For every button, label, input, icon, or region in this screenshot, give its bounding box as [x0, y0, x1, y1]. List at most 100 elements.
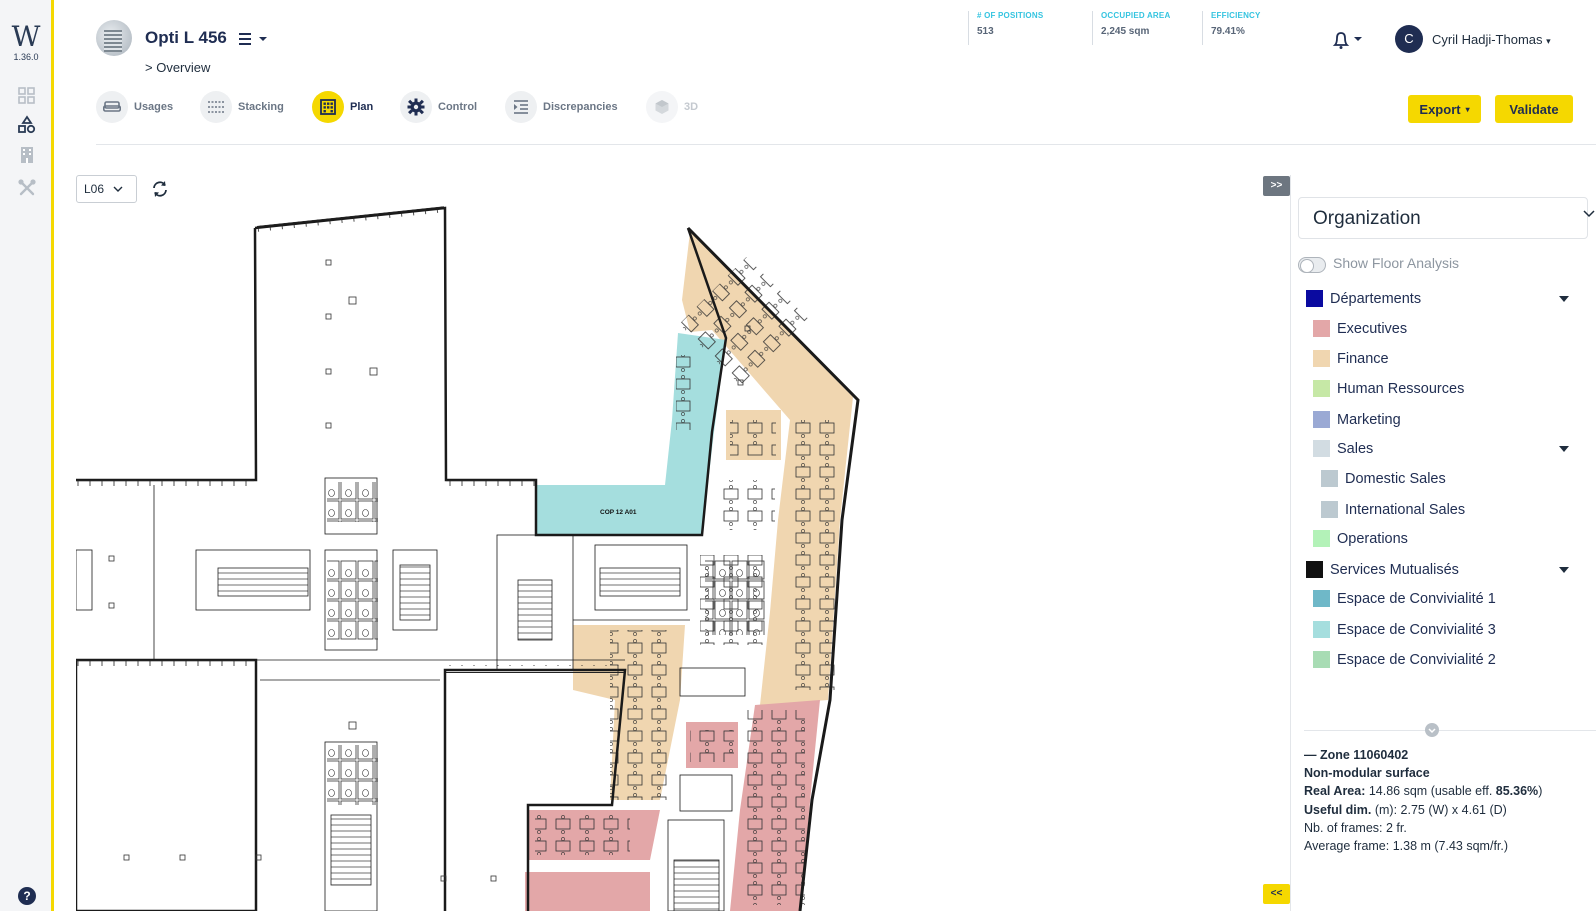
stacking-icon [208, 101, 224, 113]
kpi-label: OCCUPIED AREA [1101, 11, 1171, 20]
legend-marketing[interactable]: Marketing [1313, 411, 1401, 428]
toggle-label: Show Floor Analysis [1333, 255, 1460, 271]
frames-count: Nb. of frames: 2 fr. [1304, 820, 1407, 835]
legend-convivialite-1[interactable]: Espace de Convivialité 1 [1313, 590, 1496, 607]
color-swatch [1313, 350, 1330, 367]
kpi-efficiency: EFFICIENCY 79.41% [1202, 11, 1261, 45]
shapes-icon[interactable] [17, 115, 37, 135]
tab-label: Plan [350, 101, 374, 113]
legend-label: Executives [1337, 320, 1408, 337]
chevron-down-icon[interactable] [1425, 723, 1439, 737]
caret-down-icon[interactable] [1559, 567, 1569, 573]
floor-plan[interactable]: COP 12 A01 [76, 200, 1290, 911]
average-frame: Average frame: 1.38 m (7.43 sqm/fr.) [1304, 839, 1509, 854]
kpi-positions: # OF POSITIONS 513 [968, 11, 1043, 45]
list-indent-icon [514, 100, 528, 114]
tab-label: Stacking [238, 101, 284, 113]
legend-finance[interactable]: Finance [1313, 350, 1389, 367]
legend-executives[interactable]: Executives [1313, 320, 1407, 337]
building-icon [320, 99, 336, 115]
tab-label: 3D [684, 101, 699, 113]
color-swatch [1313, 440, 1330, 457]
dashboard-icon[interactable] [17, 86, 37, 106]
usable-efficiency: 85.36% [1495, 784, 1539, 799]
zone-label: COP 12 A01 [600, 509, 637, 516]
legend-label: Espace de Convivialité 1 [1337, 590, 1496, 607]
legend-operations[interactable]: Operations [1313, 530, 1408, 547]
tab-3d[interactable]: 3D [646, 90, 698, 124]
building-thumbnail [96, 20, 132, 56]
color-swatch [1313, 621, 1330, 638]
export-button[interactable]: Export ▾ [1408, 95, 1481, 123]
logo-letter: W [11, 20, 41, 53]
tools-icon[interactable] [17, 178, 37, 198]
chevron-down-icon: ▾ [1546, 36, 1551, 46]
floor-analysis-toggle[interactable] [1298, 257, 1326, 273]
legend-human-ressources[interactable]: Human Ressources [1313, 380, 1464, 397]
app-logo[interactable]: W 1.36.0 [11, 20, 41, 63]
legend-international-sales[interactable]: International Sales [1321, 501, 1465, 518]
collapse-panel-button[interactable]: >> [1263, 176, 1290, 196]
help-button[interactable]: ? [18, 887, 36, 905]
caret-down-icon[interactable] [1559, 446, 1569, 452]
legend-label: Services Mutualisés [1330, 561, 1459, 578]
useful-dim-value: (m): 2.75 (W) x 4.61 (D) [1371, 802, 1507, 817]
tab-discrepancies[interactable]: Discrepancies [505, 90, 618, 124]
notification-bell-icon[interactable] [1332, 30, 1362, 50]
export-label: Export [1419, 101, 1461, 117]
kpi-label: # OF POSITIONS [977, 11, 1044, 20]
legend-label: Marketing [1337, 411, 1401, 428]
panel-divider [1304, 730, 1596, 731]
chevron-down-icon [1583, 210, 1595, 218]
chevron-down-icon [113, 186, 123, 192]
legend-label: Espace de Convivialité 2 [1337, 651, 1496, 668]
kpi-value: 513 [977, 26, 994, 37]
zone-id: — Zone 11060402 [1304, 748, 1409, 762]
color-swatch [1313, 320, 1330, 337]
color-swatch [1313, 411, 1330, 428]
app-version: 1.36.0 [13, 52, 39, 62]
real-area-value: 14.86 sqm (usable eff. [1365, 784, 1496, 799]
validate-button[interactable]: Validate [1495, 95, 1573, 123]
tab-label: Usages [134, 101, 174, 113]
legend-services-mutualises[interactable]: Services Mutualisés [1306, 561, 1459, 578]
organization-dropdown[interactable]: Organization [1298, 197, 1595, 239]
tab-plan[interactable]: Plan [312, 90, 373, 124]
refresh-icon[interactable] [150, 179, 170, 199]
kpi-occupied-area: OCCUPIED AREA 2,245 sqm [1092, 11, 1170, 45]
cube-icon [655, 100, 669, 114]
legend-convivialite-2[interactable]: Espace de Convivialité 2 [1313, 651, 1496, 668]
zone-details: — Zone 11060402 Non-modular surface Real… [1304, 746, 1542, 855]
tab-stacking[interactable]: Stacking [200, 90, 284, 124]
sofa-icon [103, 101, 121, 112]
validate-label: Validate [1509, 101, 1559, 117]
tab-usages[interactable]: Usages [96, 90, 173, 124]
legend-domestic-sales[interactable]: Domestic Sales [1321, 470, 1446, 487]
project-title[interactable]: Opti L 456 [145, 28, 227, 48]
breadcrumb[interactable]: > Overview [145, 60, 210, 75]
user-menu[interactable]: Cyril Hadji-Thomas ▾ [1432, 32, 1551, 47]
legend-label: Operations [1337, 530, 1408, 547]
color-swatch [1321, 470, 1338, 487]
building-nav-icon[interactable] [17, 145, 37, 165]
legend-convivialite-3[interactable]: Espace de Convivialité 3 [1313, 621, 1496, 638]
stairs-and-toilets [217, 482, 765, 911]
color-swatch [1306, 561, 1323, 578]
hamburger-menu-icon[interactable] [238, 30, 268, 48]
caret-down-icon[interactable] [1559, 296, 1569, 302]
user-avatar[interactable]: C [1395, 25, 1423, 53]
tab-label: Control [438, 101, 478, 113]
real-area-label: Real Area: [1304, 784, 1366, 799]
header-divider [96, 144, 1596, 145]
expand-panel-button[interactable]: << [1263, 884, 1290, 904]
left-sidebar: W 1.36.0 ? [0, 0, 54, 911]
legend-label: Sales [1337, 440, 1374, 457]
legend-label: Départements [1330, 290, 1422, 307]
legend-departements[interactable]: Départements [1306, 290, 1421, 307]
tab-label: Discrepancies [543, 101, 618, 113]
caret-down-icon: ▾ [1465, 104, 1470, 114]
floor-select[interactable]: L06 [76, 175, 137, 203]
floor-plan-drawing[interactable]: COP 12 A01 [76, 200, 1290, 911]
tab-control[interactable]: Control [400, 90, 477, 124]
legend-sales[interactable]: Sales [1313, 440, 1373, 457]
